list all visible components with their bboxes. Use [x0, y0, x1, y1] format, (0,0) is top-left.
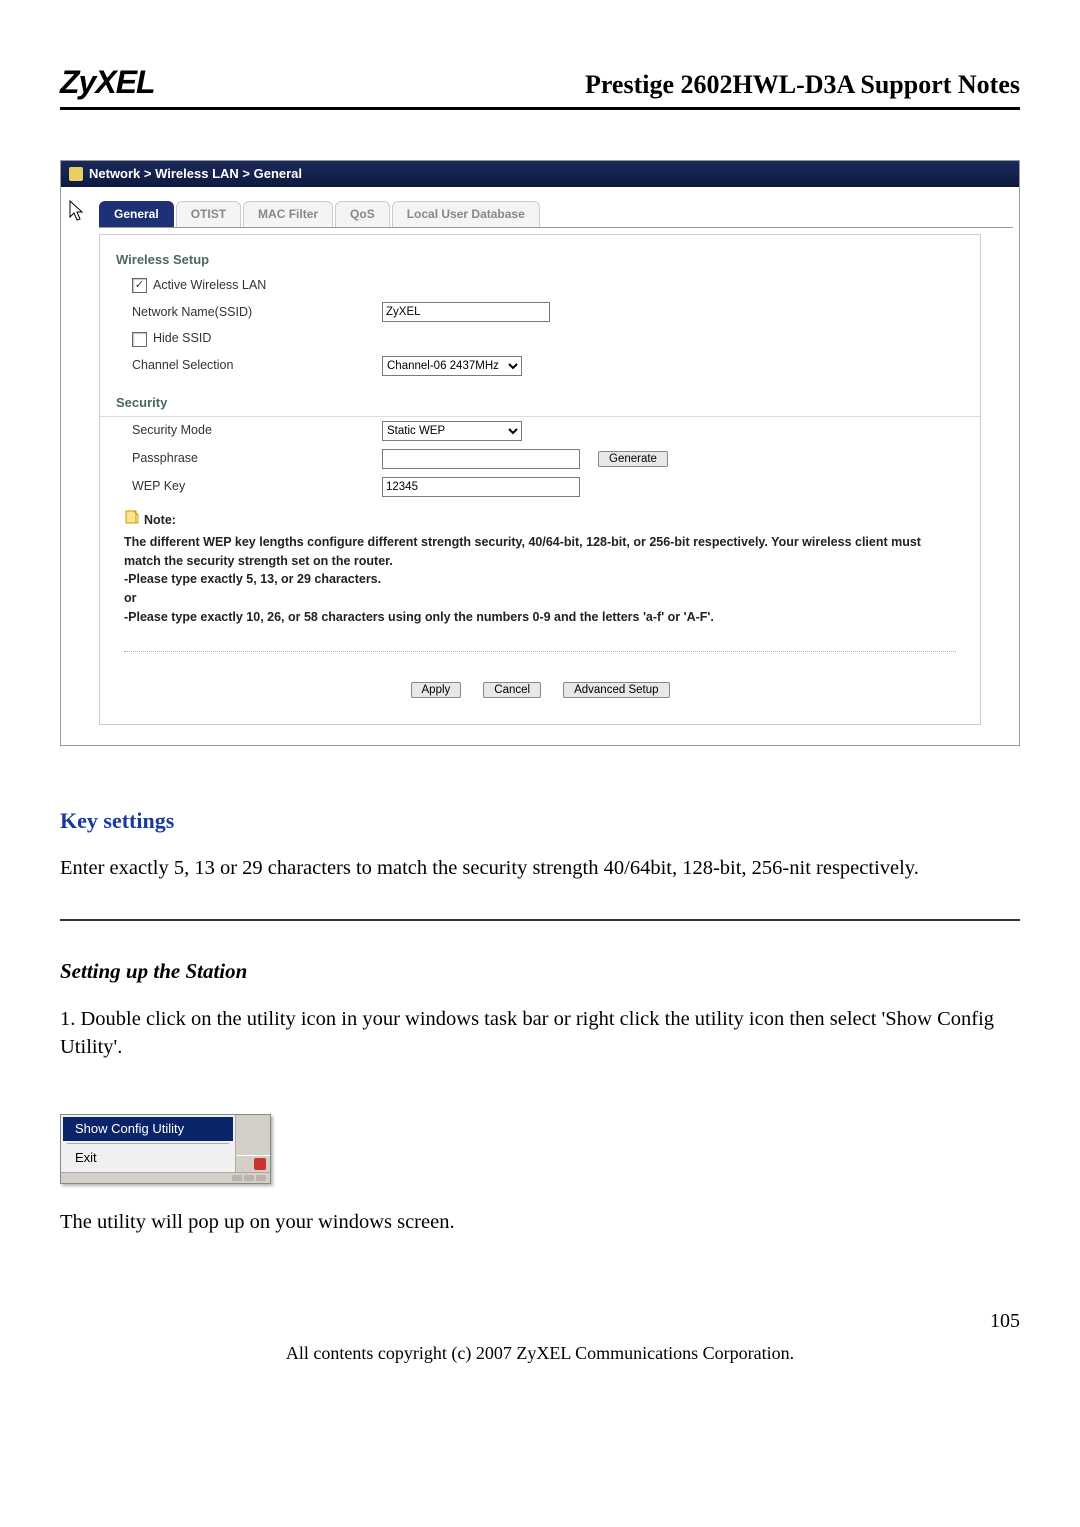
active-wlan-checkbox[interactable]: ✓ — [132, 278, 147, 293]
context-menu-screenshot: Show Config Utility Exit — [60, 1114, 271, 1184]
note-body: The different WEP key lengths configure … — [124, 533, 956, 627]
channel-select[interactable]: Channel-06 2437MHz — [382, 356, 522, 376]
wep-key-input[interactable] — [382, 477, 580, 497]
page-header: ZyXEL Prestige 2602HWL-D3A Support Notes — [60, 60, 1020, 110]
brand-logo: ZyXEL — [60, 60, 155, 105]
note-block: Note: The different WEP key lengths conf… — [100, 501, 980, 627]
menu-show-config[interactable]: Show Config Utility — [63, 1117, 233, 1141]
row-wep-key: WEP Key — [100, 473, 980, 501]
menu-separator — [67, 1143, 229, 1144]
note-icon — [124, 509, 140, 531]
advanced-setup-button[interactable]: Advanced Setup — [563, 682, 669, 698]
active-wlan-label: Active Wireless LAN — [153, 277, 266, 295]
breadcrumb-text: Network > Wireless LAN > General — [89, 165, 302, 183]
key-settings-text: Enter exactly 5, 13 or 29 characters to … — [60, 854, 1020, 883]
separator — [60, 919, 1020, 921]
breadcrumb-icon — [69, 167, 83, 181]
taskbar-strip — [61, 1172, 270, 1183]
page-footer: 105 All contents copyright (c) 2007 ZyXE… — [60, 1307, 1020, 1366]
row-ssid: Network Name(SSID) — [100, 298, 980, 326]
row-channel: Channel Selection Channel-06 2437MHz — [100, 352, 980, 380]
security-title: Security — [100, 380, 980, 417]
row-security-mode: Security Mode Static WEP — [100, 417, 980, 445]
passphrase-label: Passphrase — [132, 450, 382, 468]
station-followup: The utility will pop up on your windows … — [60, 1208, 1020, 1237]
router-config-panel: Network > Wireless LAN > General General… — [60, 160, 1020, 746]
page-number: 105 — [60, 1307, 1020, 1335]
station-heading: Setting up the Station — [60, 957, 1020, 986]
generate-button[interactable]: Generate — [598, 451, 668, 467]
action-buttons: Apply Cancel Advanced Setup — [124, 651, 956, 708]
tabs-area: General OTIST MAC Filter QoS Local User … — [61, 187, 1019, 228]
row-passphrase: Passphrase Generate — [100, 445, 980, 473]
tab-otist[interactable]: OTIST — [176, 201, 241, 227]
hide-ssid-label: Hide SSID — [153, 330, 211, 348]
key-settings-heading: Key settings — [60, 806, 1020, 837]
wep-key-label: WEP Key — [132, 478, 382, 496]
apply-button[interactable]: Apply — [411, 682, 462, 698]
tab-qos[interactable]: QoS — [335, 201, 390, 227]
copyright: All contents copyright (c) 2007 ZyXEL Co… — [60, 1341, 1020, 1366]
channel-label: Channel Selection — [132, 357, 382, 375]
doc-title: Prestige 2602HWL-D3A Support Notes — [585, 67, 1020, 103]
security-mode-label: Security Mode — [132, 422, 382, 440]
tab-local-user-db[interactable]: Local User Database — [392, 201, 540, 227]
passphrase-input[interactable] — [382, 449, 580, 469]
cursor-icon — [67, 199, 87, 223]
hide-ssid-checkbox[interactable] — [132, 332, 147, 347]
wireless-setup-title: Wireless Setup — [100, 243, 980, 273]
settings-card: Wireless Setup ✓ Active Wireless LAN Net… — [99, 234, 981, 725]
tab-general[interactable]: General — [99, 201, 174, 227]
row-active-wlan: ✓ Active Wireless LAN — [100, 273, 980, 299]
security-mode-select[interactable]: Static WEP — [382, 421, 522, 441]
cancel-button[interactable]: Cancel — [483, 682, 541, 698]
tabs: General OTIST MAC Filter QoS Local User … — [99, 201, 1013, 228]
menu-exit[interactable]: Exit — [63, 1146, 233, 1170]
ssid-label: Network Name(SSID) — [132, 304, 382, 322]
station-step-1: 1. Double click on the utility icon in y… — [60, 1005, 1020, 1062]
row-hide-ssid: Hide SSID — [100, 326, 980, 352]
tray-icon[interactable] — [254, 1158, 266, 1170]
breadcrumb: Network > Wireless LAN > General — [61, 161, 1019, 187]
note-title: Note: — [144, 511, 176, 530]
tab-mac-filter[interactable]: MAC Filter — [243, 201, 333, 227]
ssid-input[interactable] — [382, 302, 550, 322]
system-tray — [236, 1155, 270, 1172]
